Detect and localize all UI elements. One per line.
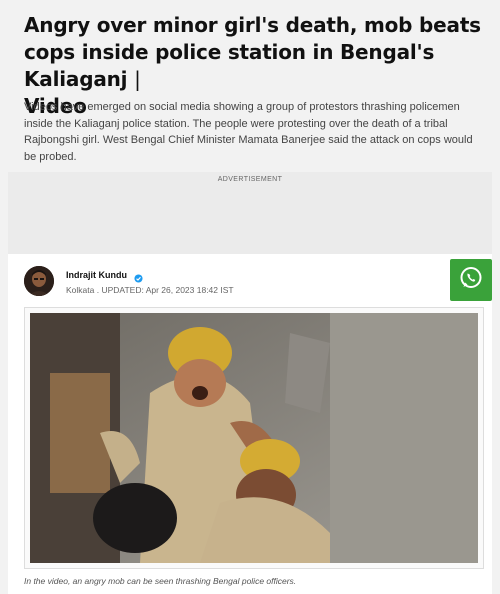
article-summary: Videos have emerged on social media show… <box>24 101 473 163</box>
updated-timestamp: UPDATED: Apr 26, 2023 18:42 IST <box>101 285 234 295</box>
advertisement-label: ADVERTISEMENT <box>217 176 283 183</box>
avatar[interactable] <box>24 266 54 296</box>
headline-text: Angry over minor girl's death, mob beats… <box>24 13 481 91</box>
whatsapp-share-button[interactable] <box>450 259 492 301</box>
advertisement-slot[interactable]: ADVERTISEMENT <box>8 172 492 254</box>
article-page: Angry over minor girl's death, mob beats… <box>0 0 500 594</box>
author-location: Kolkata <box>66 285 95 295</box>
headline-separator: | <box>134 67 141 91</box>
article-photo[interactable] <box>30 313 478 563</box>
photo-caption: In the video, an angry mob can be seen t… <box>24 576 297 586</box>
author-name[interactable]: Indrajit Kundu <box>66 270 127 280</box>
whatsapp-icon <box>458 265 484 296</box>
article-meta: Kolkata . UPDATED: Apr 26, 2023 18:42 IS… <box>66 285 234 295</box>
